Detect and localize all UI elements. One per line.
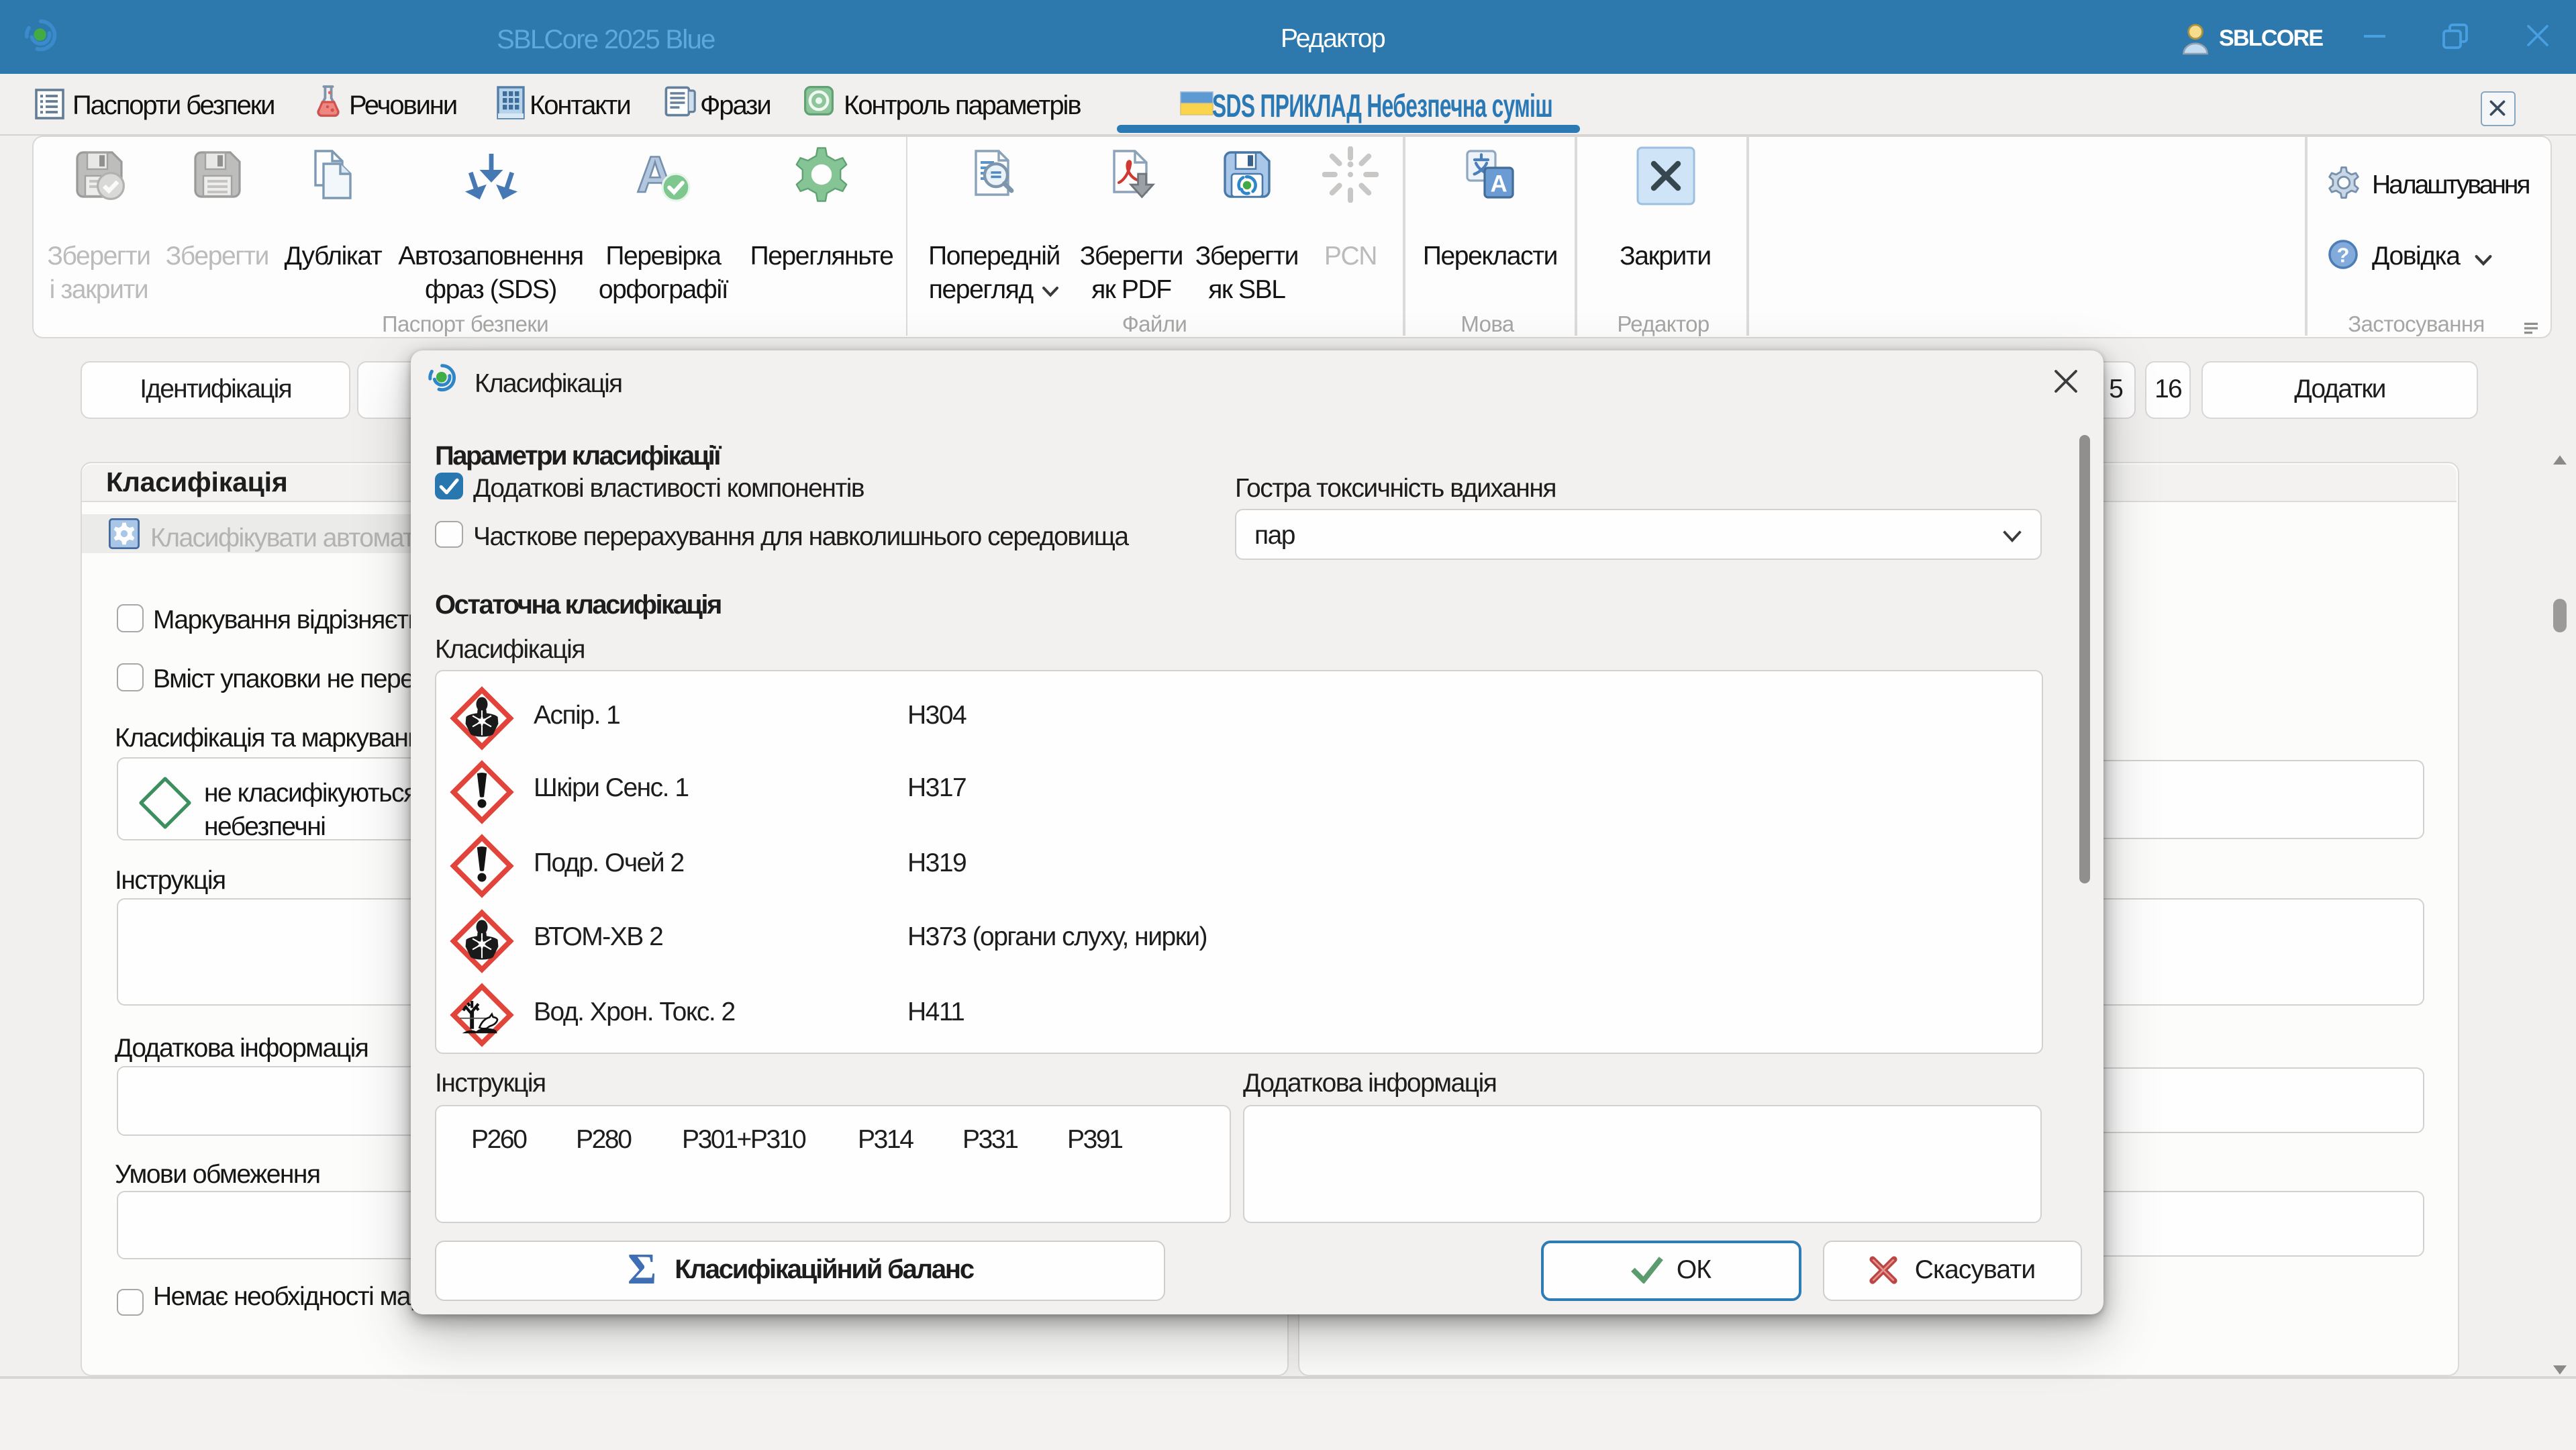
svg-text:A: A xyxy=(1491,171,1507,197)
svg-text:?: ? xyxy=(2337,242,2350,266)
